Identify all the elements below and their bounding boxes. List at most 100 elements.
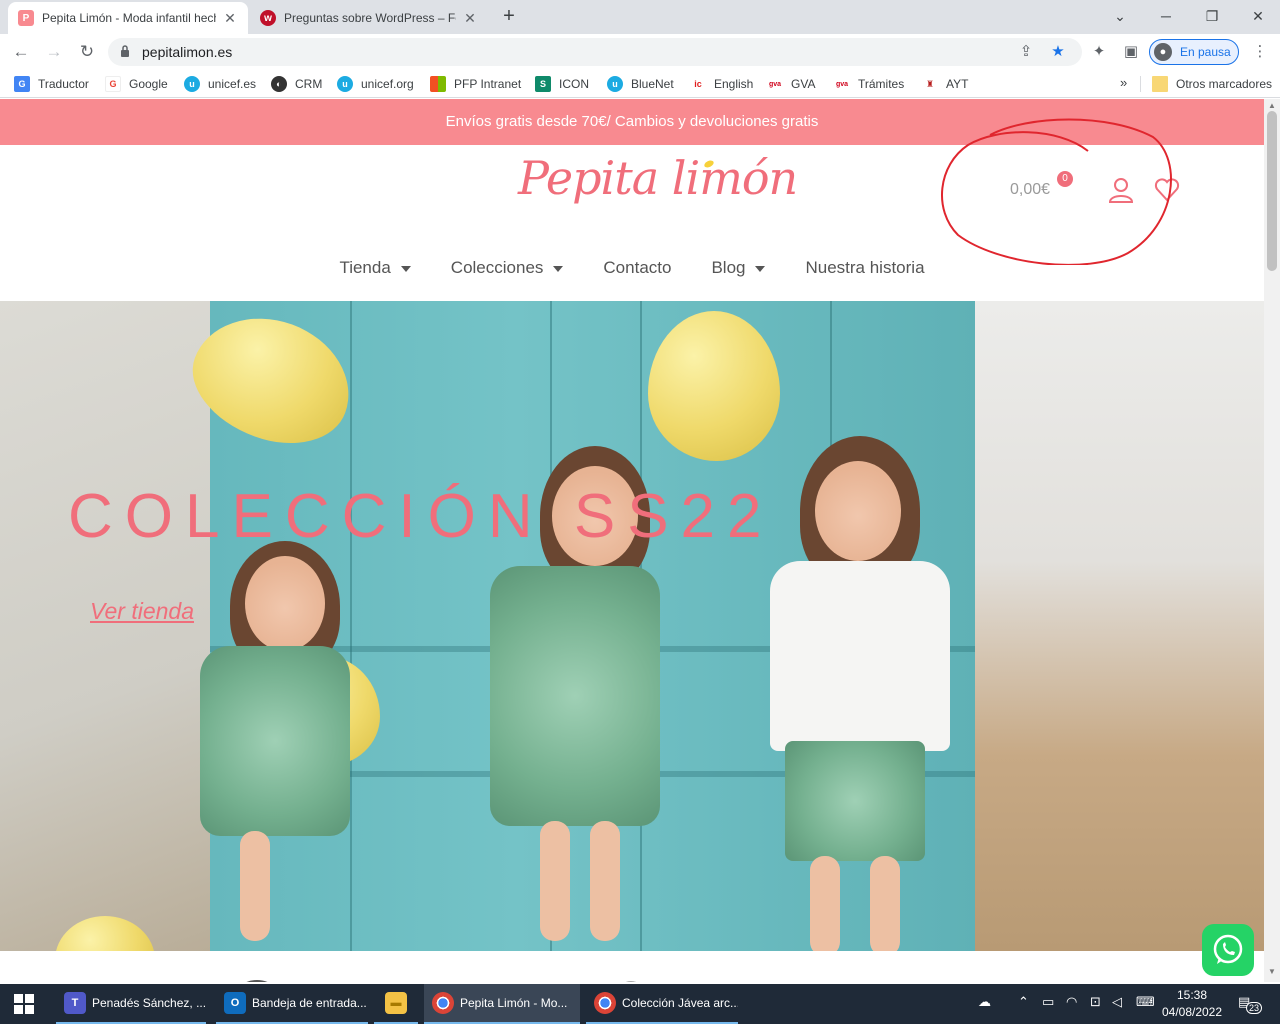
extensions-icon[interactable]: ✦	[1087, 40, 1111, 64]
close-window-button[interactable]: ✕	[1238, 4, 1278, 28]
bookmark-unicef-es[interactable]: u unicef.es	[184, 75, 256, 93]
taskbar-app-chrome-pepita[interactable]: Pepita Limón - Mo...	[424, 984, 580, 1024]
taskbar-app-outlook[interactable]: O Bandeja de entrada...	[216, 984, 368, 1024]
volume-icon[interactable]: ◁	[1112, 994, 1122, 1010]
nav-contacto[interactable]: Contacto	[603, 251, 671, 285]
bookmark-icon[interactable]: S ICON	[535, 75, 589, 93]
tray-expand-icon[interactable]: ⌃	[1018, 994, 1029, 1010]
main-navigation: Tienda Colecciones Contacto Blog Nuestra…	[0, 251, 1264, 285]
scroll-thumb[interactable]	[1267, 111, 1277, 271]
bookmark-pfp-intranet[interactable]: PFP Intranet	[430, 75, 521, 93]
new-tab-button[interactable]: +	[498, 6, 520, 28]
battery-icon[interactable]: ▭	[1042, 994, 1054, 1010]
bluenet-icon: u	[607, 76, 623, 92]
cart-total[interactable]: 0,00€	[1010, 181, 1050, 199]
taskbar-app-teams[interactable]: T Penadés Sánchez, ...	[56, 984, 206, 1024]
hero-banner: COLECCIÓN SS22 Ver tienda	[0, 301, 1264, 951]
site-logo[interactable]: Pepita limón	[518, 151, 798, 205]
language-icon[interactable]: ⌨	[1136, 994, 1155, 1010]
feature-icon	[247, 980, 267, 982]
wordpress-favicon-icon: w	[260, 10, 276, 26]
close-icon[interactable]: ✕	[222, 10, 238, 27]
hero-shop-link[interactable]: Ver tienda	[90, 598, 194, 625]
unicef-icon: u	[337, 76, 353, 92]
page-viewport: Envíos gratis desde 70€/ Cambios y devol…	[0, 99, 1264, 982]
promo-banner: Envíos gratis desde 70€/ Cambios y devol…	[0, 99, 1264, 145]
windows-icon	[430, 76, 446, 92]
unicef-icon: u	[184, 76, 200, 92]
page-scrollbar[interactable]: ▲ ▼	[1264, 99, 1280, 982]
google-icon: G	[105, 76, 121, 92]
icon-s-icon: S	[535, 76, 551, 92]
pepita-favicon-icon: P	[18, 10, 34, 26]
nav-blog[interactable]: Blog	[711, 251, 766, 285]
tab-wordpress[interactable]: w Preguntas sobre WordPress – Foro ✕	[250, 2, 488, 34]
bookmark-star-icon[interactable]: ★	[1048, 42, 1068, 62]
reload-button[interactable]: ↻	[75, 40, 99, 64]
whatsapp-button[interactable]	[1202, 924, 1254, 976]
clock-date: 04/08/2022	[1161, 1005, 1223, 1019]
side-panel-icon[interactable]: ▣	[1119, 40, 1143, 64]
bookmark-crm[interactable]: ◐ CRM	[271, 75, 322, 93]
bookmark-bluenet[interactable]: u BlueNet	[607, 75, 674, 93]
account-icon[interactable]	[1108, 177, 1134, 203]
restore-button[interactable]: ❐	[1192, 4, 1232, 28]
english-icon: ic	[690, 76, 706, 92]
notification-count: 23	[1246, 1002, 1263, 1014]
windows-taskbar: T Penadés Sánchez, ... O Bandeja de entr…	[0, 984, 1280, 1024]
url-text: pepitalimon.es	[142, 44, 233, 60]
chevron-down-icon	[553, 266, 564, 272]
address-bar[interactable]: pepitalimon.es ⇪ ★	[108, 38, 1082, 66]
network-alert-icon[interactable]: ⊡	[1090, 994, 1101, 1010]
wifi-icon[interactable]: ◠	[1066, 994, 1077, 1010]
taskbar-app-chrome-jvea[interactable]: Colección Jávea arc...	[586, 984, 738, 1024]
whatsapp-icon	[1213, 934, 1243, 964]
teams-icon: T	[64, 992, 86, 1014]
clock-time: 15:38	[1176, 988, 1208, 1002]
windows-start-icon[interactable]	[14, 994, 34, 1014]
close-icon[interactable]: ✕	[462, 10, 478, 27]
system-clock[interactable]: 15:38 04/08/2022	[1160, 987, 1224, 1021]
tab-title: Pepita Limón - Moda infantil hecha	[42, 11, 216, 25]
bookmark-traductor[interactable]: G Traductor	[14, 75, 89, 93]
notification-icon[interactable]: ▤ 23	[1238, 994, 1263, 1014]
bookmarks-more-button[interactable]: »	[1120, 75, 1127, 90]
profile-avatar-icon: ●	[1154, 43, 1172, 61]
gva-icon: gva	[834, 76, 850, 92]
bookmark-unicef-org[interactable]: u unicef.org	[337, 75, 414, 93]
hero-wall-left	[0, 301, 210, 951]
tab-search-icon[interactable]: ⌄	[1100, 4, 1140, 28]
menu-icon[interactable]: ⋮	[1248, 40, 1272, 64]
onedrive-icon[interactable]: ☁	[978, 994, 991, 1010]
cart-count-badge[interactable]: 0	[1057, 171, 1073, 187]
taskbar-app-file-explorer[interactable]: ▬	[374, 984, 418, 1024]
chevron-down-icon	[755, 266, 766, 272]
gva-icon: gva	[767, 76, 783, 92]
bookmark-ayt[interactable]: ♜ AYT	[922, 75, 968, 93]
bookmarks-bar: G Traductor G Google u unicef.es ◐ CRM u unic…	[0, 70, 1280, 98]
other-bookmarks-folder[interactable]: Otros marcadores	[1152, 75, 1272, 93]
forward-button[interactable]: →	[42, 40, 66, 64]
wishlist-heart-icon[interactable]	[1154, 177, 1180, 203]
tab-pepita-limon[interactable]: P Pepita Limón - Moda infantil hecha ✕	[8, 2, 248, 34]
translate-icon: G	[14, 76, 30, 92]
chevron-down-icon	[400, 266, 411, 272]
minimize-button[interactable]: ─	[1146, 4, 1186, 28]
bookmark-google[interactable]: G Google	[105, 75, 168, 93]
profile-button[interactable]: ● En pausa	[1149, 39, 1239, 65]
nav-tienda[interactable]: Tienda	[339, 251, 411, 285]
nav-nuestra-historia[interactable]: Nuestra historia	[805, 251, 924, 285]
bookmarks-divider	[1140, 76, 1141, 92]
bookmark-english[interactable]: ic English	[690, 75, 753, 93]
scroll-up-icon[interactable]: ▲	[1268, 101, 1276, 110]
nav-colecciones[interactable]: Colecciones	[451, 251, 564, 285]
back-button[interactable]: ←	[9, 40, 33, 64]
lock-icon	[121, 45, 129, 57]
bookmark-tramites[interactable]: gva Trámites	[834, 75, 904, 93]
outlook-icon: O	[224, 992, 246, 1014]
share-icon[interactable]: ⇪	[1016, 42, 1036, 62]
browser-toolbar: ← → ↻ pepitalimon.es ⇪ ★ ✦ ▣ ● En pausa …	[0, 34, 1280, 70]
bookmark-gva[interactable]: gva GVA	[767, 75, 815, 93]
scroll-down-icon[interactable]: ▼	[1268, 967, 1276, 976]
hero-wall-right	[975, 301, 1264, 951]
